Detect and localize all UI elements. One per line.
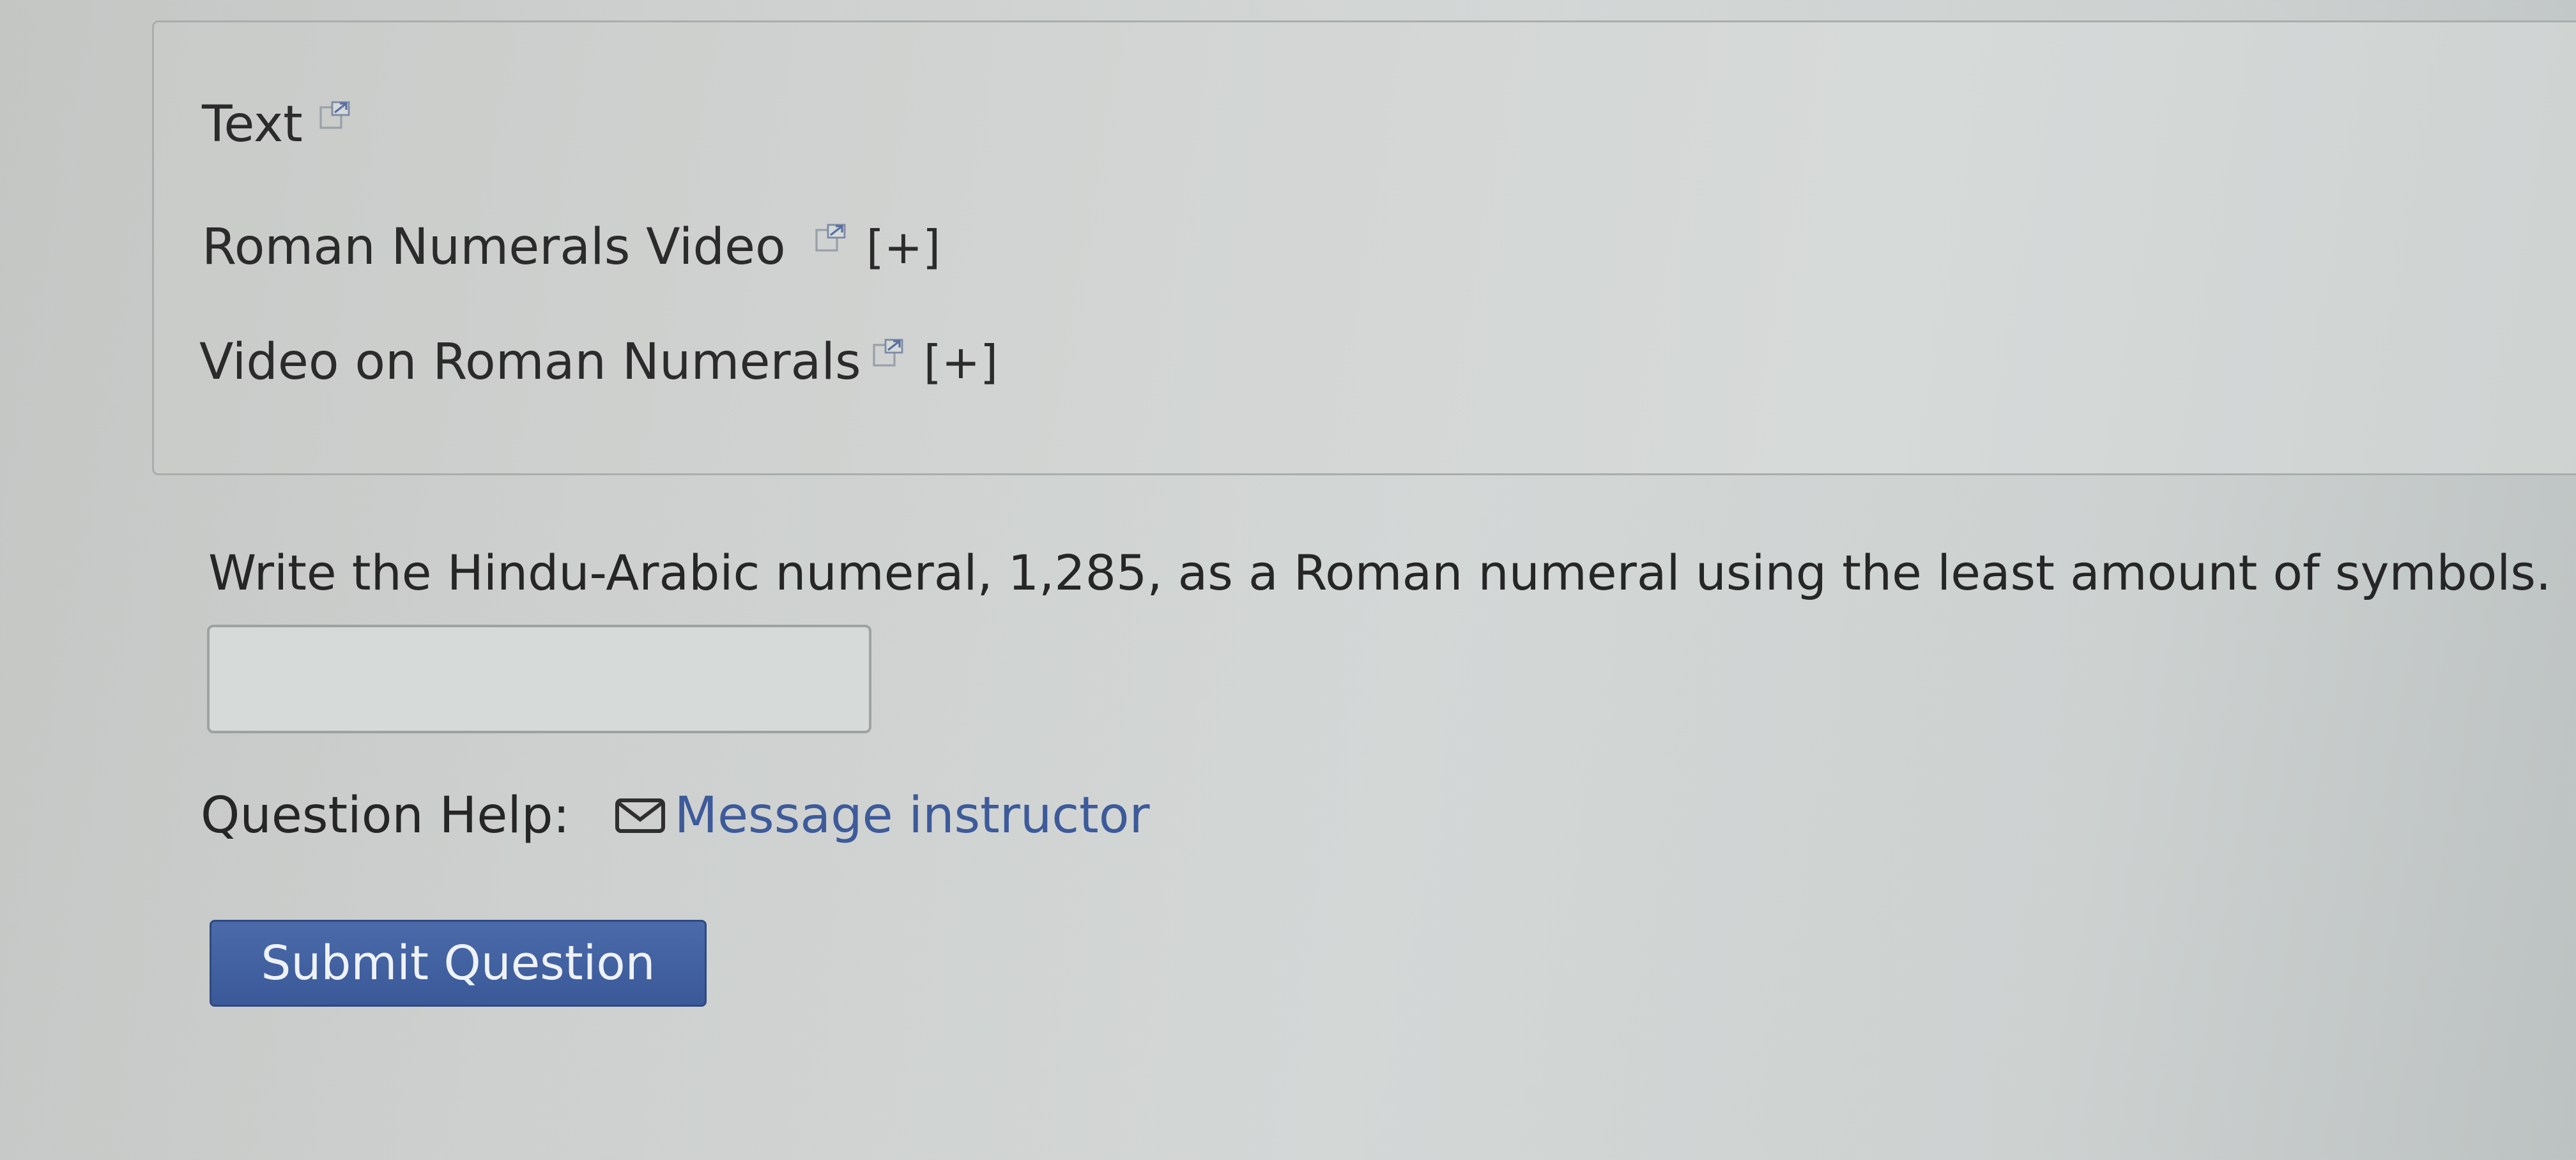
resource-video2-link[interactable]: Video on Roman Numerals xyxy=(199,333,861,391)
expand-toggle[interactable]: [+] xyxy=(866,220,941,274)
expand-toggle[interactable]: [+] xyxy=(924,335,999,389)
question-prompt: Write the Hindu-Arabic numeral, 1,285, a… xyxy=(208,544,2552,601)
mail-icon[interactable] xyxy=(615,797,666,835)
resource-video1-link[interactable]: Roman Numerals Video xyxy=(202,218,786,276)
resource-text[interactable]: Text xyxy=(202,96,351,153)
external-link-icon[interactable] xyxy=(871,337,905,369)
resource-text-link[interactable]: Text xyxy=(202,96,303,153)
resource-video-on-roman-numerals[interactable]: Video on Roman Numerals [+] xyxy=(199,333,998,391)
resource-roman-numerals-video[interactable]: Roman Numerals Video [+] xyxy=(202,218,940,276)
answer-input[interactable] xyxy=(207,625,871,733)
question-help-label: Question Help: xyxy=(201,787,570,844)
question-help: Question Help: Message instructor xyxy=(201,787,1150,844)
message-instructor-link[interactable]: Message instructor xyxy=(675,787,1150,844)
external-link-icon[interactable] xyxy=(814,222,847,254)
external-link-icon[interactable] xyxy=(318,100,351,132)
submit-question-button[interactable]: Submit Question xyxy=(210,920,707,1007)
